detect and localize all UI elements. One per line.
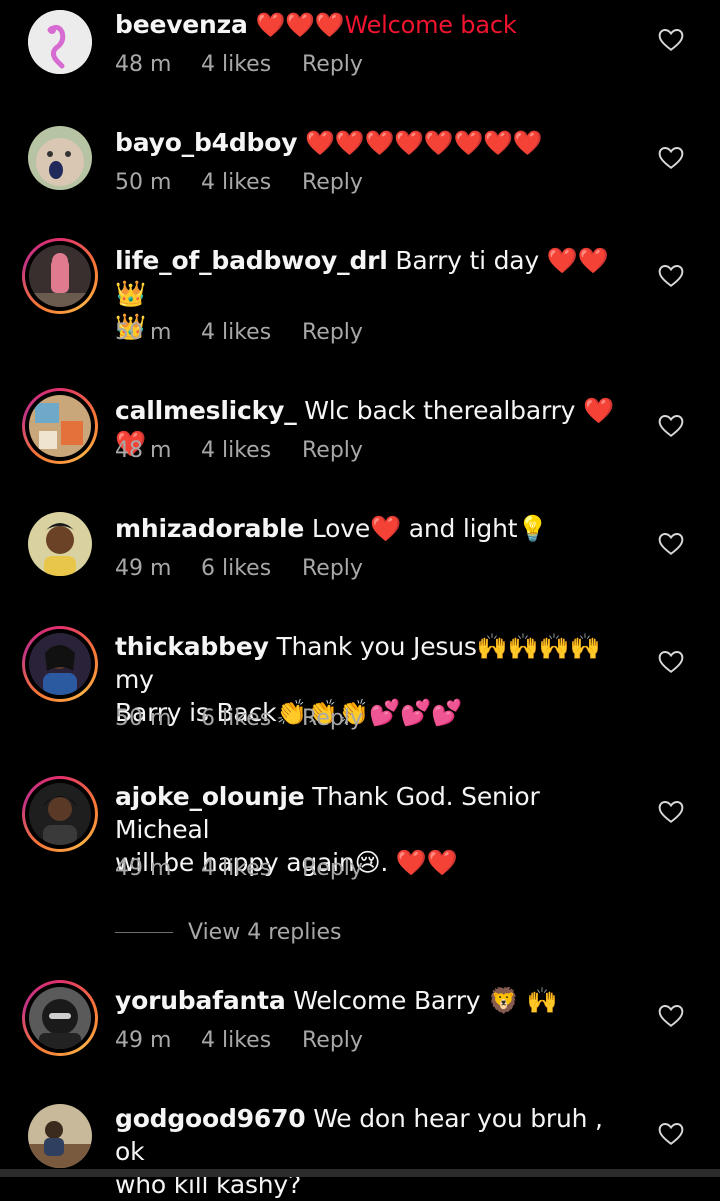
reply-button[interactable]: Reply [302,1026,363,1056]
comment-text: ❤️❤️❤️❤️❤️❤️❤️❤️ [305,129,543,157]
comment-text: Welcome Barry 🦁 🙌 [293,986,558,1015]
avatar-image [28,512,92,576]
avatar-story-ring[interactable] [22,980,98,1056]
comment-username[interactable]: mhizadorable [115,514,304,543]
comment-username[interactable]: life_of_badbwoy_drl [115,246,388,275]
reply-button[interactable]: Reply [302,318,363,348]
avatar-image [29,633,91,695]
comment-time: 49 m [115,556,172,581]
reply-button[interactable]: Reply [302,704,363,734]
heart-icon[interactable] [658,1004,684,1028]
reply-button[interactable]: Reply [302,554,363,584]
divider [115,932,173,933]
comment-likes[interactable]: 6 likes [201,704,271,734]
avatar[interactable] [28,10,92,74]
comment-text-continued: 👑 [115,312,146,341]
heart-icon[interactable] [658,1122,684,1146]
heart-icon[interactable] [658,532,684,556]
comment-time: 49 m [115,856,172,881]
flamingo-image [28,10,92,74]
comment-likes[interactable]: 4 likes [201,1026,271,1056]
view-replies-label: View 4 replies [188,920,342,945]
avatar-story-ring[interactable] [22,238,98,314]
reply-button[interactable]: Reply [302,50,363,80]
comment-time: 50 m [115,706,172,731]
avatar-image [29,395,91,457]
comment-likes[interactable]: 4 likes [201,436,271,466]
comment-time: 48 m [115,438,172,463]
comment-likes[interactable]: 4 likes [201,168,271,198]
comment-likes[interactable]: 4 likes [201,318,271,348]
avatar[interactable] [28,512,92,576]
avatar[interactable] [28,126,92,190]
comment-username[interactable]: callmeslicky_ [115,396,297,425]
heart-icon[interactable] [658,800,684,824]
comment-likes[interactable]: 4 likes [201,854,271,884]
comment-username[interactable]: bayo_b4dboy [115,128,298,157]
comment-text-continued: Barry is Back👏👏👏💕💕💕 [115,698,462,727]
avatar-image [29,987,91,1049]
comment-text: Love❤️ and light💡 [311,514,549,543]
comment-username[interactable]: yorubafanta [115,986,286,1015]
comment-username[interactable]: ajoke_olounje [115,782,305,811]
comment-text-continued: will be happy again😢. ❤️❤️ [115,848,458,877]
avatar-story-ring[interactable] [22,626,98,702]
comment-time: 48 m [115,52,172,77]
baby-face-image [28,126,92,190]
avatar-image [28,1104,92,1168]
comment-time: 50 m [115,170,172,195]
comment-username[interactable]: godgood9670 [115,1104,306,1133]
heart-icon[interactable] [658,650,684,674]
avatar[interactable] [28,1104,92,1168]
comment-time: 49 m [115,1028,172,1053]
comment-username[interactable]: thickabbey [115,632,269,661]
comment-username[interactable]: beevenza [115,10,248,39]
heart-icon[interactable] [658,28,684,52]
avatar-image [29,245,91,307]
reply-button[interactable]: Reply [302,854,363,884]
avatar-story-ring[interactable] [22,388,98,464]
comment-likes[interactable]: 6 likes [201,554,271,584]
heart-icon[interactable] [658,414,684,438]
avatar-story-ring[interactable] [22,776,98,852]
comment-time: 50 m [115,320,172,345]
heart-icon[interactable] [658,264,684,288]
reply-button[interactable]: Reply [302,168,363,198]
comment-likes[interactable]: 4 likes [201,50,271,80]
heart-icon[interactable] [658,146,684,170]
comment-text: ❤️❤️❤️Welcome back [255,11,517,39]
avatar-image [29,783,91,845]
bottom-bar [0,1169,720,1177]
reply-button[interactable]: Reply [302,436,363,466]
